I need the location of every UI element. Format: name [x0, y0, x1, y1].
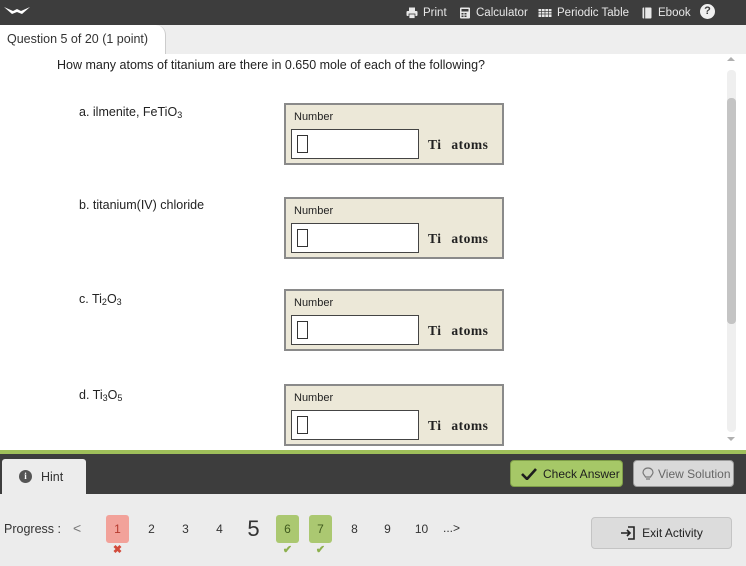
periodic-table-label: Periodic Table	[557, 6, 630, 19]
input-cursor	[297, 135, 308, 153]
exit-activity-button[interactable]: Exit Activity	[591, 517, 732, 549]
part-d-number-input[interactable]	[291, 410, 419, 440]
progress-next-button[interactable]: ...>	[443, 521, 460, 535]
progress-item-10[interactable]: 10	[410, 515, 433, 543]
exit-activity-label: Exit Activity	[642, 526, 703, 540]
number-label: Number	[294, 392, 334, 404]
ebook-label: Ebook	[658, 6, 691, 19]
progress-item-4[interactable]: 4	[208, 515, 231, 543]
correct-mark-icon: ✔	[315, 544, 326, 556]
part-a-number-input[interactable]	[291, 129, 419, 159]
input-cursor	[297, 229, 308, 247]
number-label: Number	[294, 111, 334, 123]
info-icon: i	[19, 470, 32, 483]
scroll-down-arrow-icon[interactable]	[727, 437, 735, 441]
lightbulb-icon	[642, 466, 654, 480]
input-cursor	[297, 416, 308, 434]
view-solution-label: View Solution	[658, 466, 731, 481]
check-answer-button[interactable]: Check Answer	[510, 460, 623, 487]
progress-item-6[interactable]: 6	[276, 515, 299, 543]
unit-label: Ti atoms	[428, 418, 489, 433]
check-answer-label: Check Answer	[543, 466, 620, 481]
progress-item-7[interactable]: 7	[309, 515, 332, 543]
ebook-button[interactable]: Ebook	[641, 0, 691, 25]
progress-label: Progress :	[4, 522, 61, 536]
scrollbar-thumb[interactable]	[727, 98, 736, 324]
part-a-answer-box: Number Ti atoms	[284, 103, 504, 165]
printer-icon	[406, 7, 418, 19]
periodic-table-button[interactable]: Periodic Table	[538, 0, 629, 25]
part-d-answer-box: Number Ti atoms	[284, 384, 504, 446]
number-label: Number	[294, 205, 334, 217]
part-c-answer-box: Number Ti atoms	[284, 289, 504, 351]
help-icon[interactable]: ?	[700, 4, 715, 19]
part-a-label: a. ilmenite, FeTiO3	[79, 105, 183, 120]
unit-label: Ti atoms	[428, 231, 489, 246]
calculator-label: Calculator	[476, 6, 528, 19]
exit-icon	[621, 526, 635, 540]
progress-item-9[interactable]: 9	[376, 515, 399, 543]
number-label: Number	[294, 297, 334, 309]
book-icon	[642, 7, 652, 18]
progress-item-2[interactable]: 2	[140, 515, 163, 543]
question-stem: How many atoms of titanium are there in …	[57, 58, 486, 72]
progress-prev-button[interactable]: <	[73, 520, 81, 536]
progress-item-8[interactable]: 8	[343, 515, 366, 543]
question-content: How many atoms of titanium are there in …	[0, 54, 724, 450]
question-tab: Question 5 of 20 (1 point)	[0, 25, 166, 54]
calculator-icon	[460, 7, 470, 18]
calculator-button[interactable]: Calculator	[459, 0, 528, 25]
correct-mark-icon: ✔	[282, 544, 293, 556]
part-c-label: c. Ti2O3	[79, 292, 122, 307]
unit-label: Ti atoms	[428, 323, 489, 338]
checkmark-icon	[521, 467, 537, 480]
bird-logo-icon	[4, 7, 30, 14]
hint-label: Hint	[41, 469, 64, 484]
progress-item-1[interactable]: 1	[106, 515, 129, 543]
input-cursor	[297, 321, 308, 339]
part-b-number-input[interactable]	[291, 223, 419, 253]
part-b-label: b. titanium(IV) chloride	[79, 198, 205, 212]
part-d-label: d. Ti3O5	[79, 388, 123, 403]
part-b-answer-box: Number Ti atoms	[284, 197, 504, 259]
print-label: Print	[423, 6, 447, 19]
question-tab-row: Question 5 of 20 (1 point)	[0, 25, 746, 54]
view-solution-button[interactable]: View Solution	[633, 460, 734, 487]
wrong-mark-icon: ✖	[112, 544, 123, 556]
scroll-up-arrow-icon[interactable]	[727, 57, 735, 61]
progress-item-5-current[interactable]: 5	[242, 515, 265, 543]
progress-item-3[interactable]: 3	[174, 515, 197, 543]
top-toolbar: Print Calculator Periodic Table Ebook ?	[0, 0, 746, 25]
unit-label: Ti atoms	[428, 137, 489, 152]
print-button[interactable]: Print	[406, 0, 447, 25]
periodic-table-icon	[538, 8, 552, 17]
part-c-number-input[interactable]	[291, 315, 419, 345]
hint-button[interactable]: i Hint	[2, 459, 86, 494]
